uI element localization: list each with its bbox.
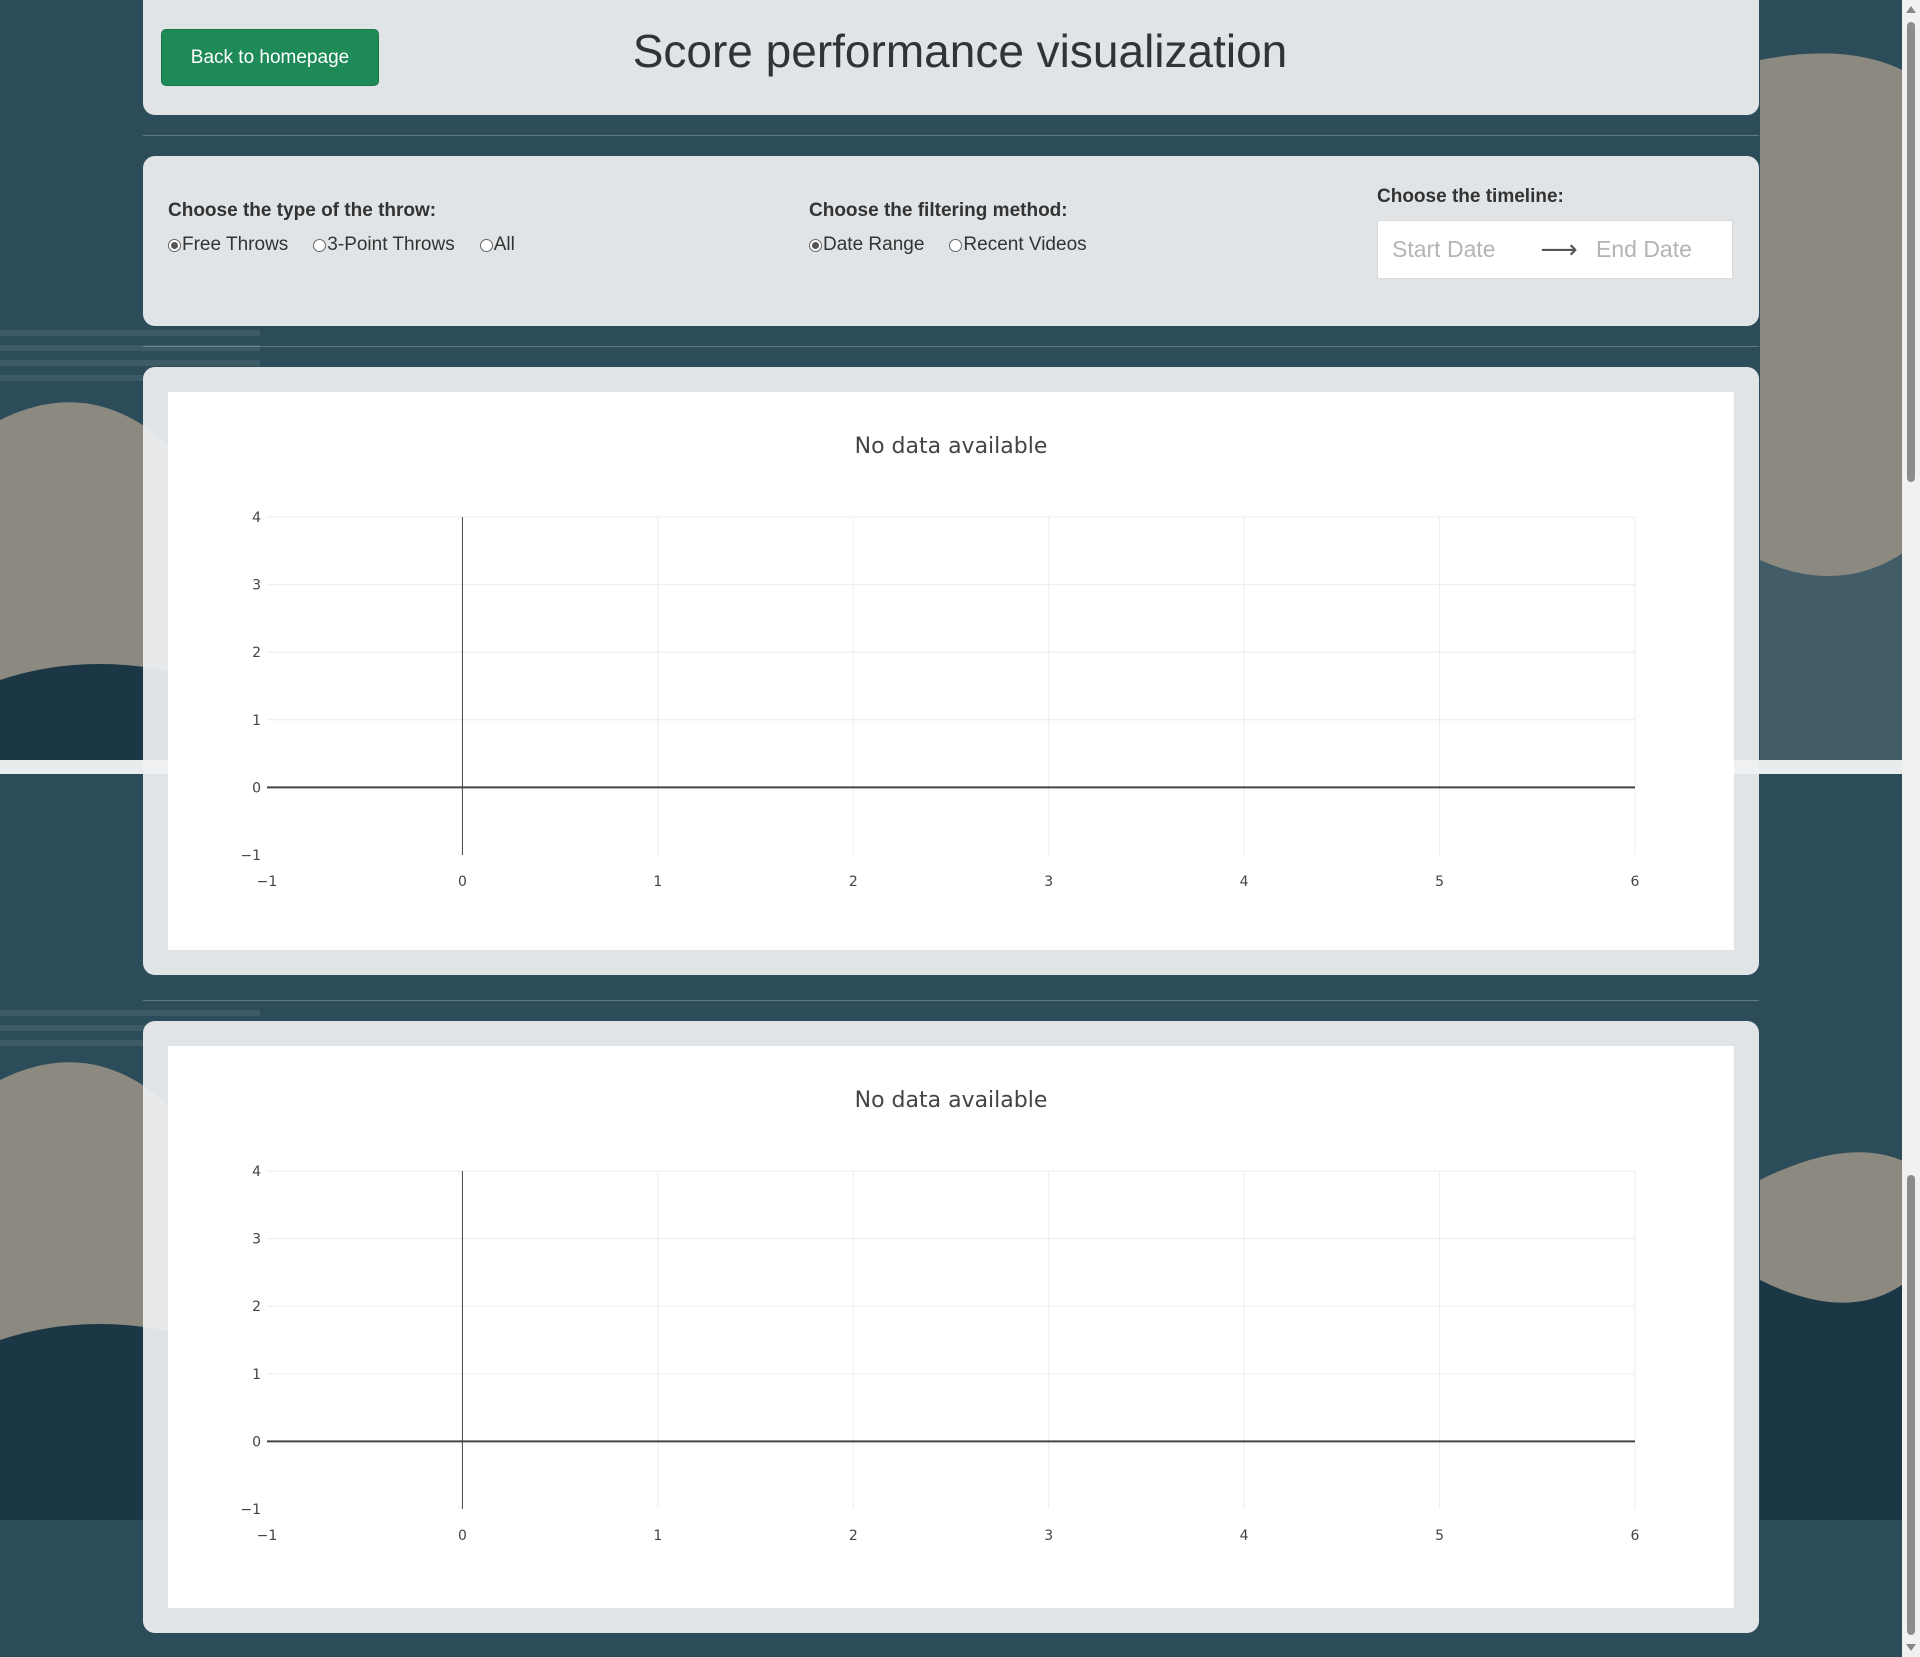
throw-type-group: Choose the type of the throw: Free Throw…	[168, 200, 540, 256]
filter-method-label: Choose the filtering method:	[809, 200, 1068, 221]
y-tick-label: −1	[240, 848, 261, 864]
radio-checked-icon[interactable]	[168, 238, 181, 252]
start-date-input[interactable]: Start Date	[1392, 236, 1532, 263]
page-title: Score performance visualization	[632, 25, 1288, 77]
divider	[143, 1000, 1759, 1001]
filter-method-options: Date Range Recent Videos	[809, 234, 1112, 256]
x-tick-label: −1	[257, 1528, 278, 1544]
chart-svg: −1 0 1 2 3 4 5 6 −1 0 1 2 3 4	[240, 510, 1640, 890]
x-tick-label: 1	[653, 874, 662, 890]
radio-recent-videos[interactable]: Recent Videos	[949, 234, 1087, 256]
end-date-input[interactable]: End Date	[1596, 236, 1692, 263]
divider	[143, 135, 1759, 136]
radio-3-point-throws[interactable]: 3-Point Throws	[313, 234, 455, 256]
x-tick-label: −1	[257, 874, 278, 890]
y-tick-label: −1	[240, 1502, 261, 1518]
throw-type-options: Free Throws 3-Point Throws All	[168, 234, 540, 256]
x-tick-label: 2	[849, 1528, 858, 1544]
timeline-label: Choose the timeline:	[1377, 186, 1564, 207]
plot-area[interactable]: −1 0 1 2 3 4 5 6 −1 0 1 2 3 4 No data available	[168, 392, 1734, 950]
y-tick-label: 3	[252, 1232, 261, 1248]
x-tick-label: 3	[1044, 874, 1053, 890]
y-tick-label: 0	[252, 1434, 261, 1450]
x-tick-label: 0	[458, 1528, 467, 1544]
y-tick-label: 1	[252, 1367, 261, 1383]
radio-checked-icon[interactable]	[809, 238, 822, 252]
radio-label: Date Range	[823, 234, 925, 255]
chart-title: No data available	[854, 1088, 1048, 1113]
y-tick-label: 4	[252, 1164, 261, 1180]
scrollbar-thumb[interactable]	[1907, 1175, 1915, 1635]
x-tick-label: 2	[849, 874, 858, 890]
arrow-right-icon: ⟶	[1540, 234, 1578, 264]
y-tick-label: 2	[252, 645, 261, 661]
filter-panel: Choose the type of the throw: Free Throw…	[143, 156, 1759, 326]
date-range-picker[interactable]: Start Date ⟶ End Date	[1377, 220, 1733, 279]
x-tick-label: 6	[1631, 874, 1640, 890]
plot-area[interactable]: −1 0 1 2 3 4 5 6 −1 0 1 2 3 4 No data available	[168, 1046, 1734, 1608]
vertical-scrollbar[interactable]	[1902, 0, 1920, 1657]
x-tick-label: 5	[1435, 874, 1444, 890]
radio-label: All	[493, 234, 515, 255]
radio-label: 3-Point Throws	[327, 234, 455, 255]
y-tick-label: 3	[252, 578, 261, 594]
x-tick-label: 0	[458, 874, 467, 890]
scroll-down-icon[interactable]	[1906, 1644, 1916, 1651]
radio-label: Free Throws	[182, 234, 289, 255]
radio-free-throws[interactable]: Free Throws	[168, 234, 288, 256]
x-tick-label: 4	[1240, 1528, 1249, 1544]
radio-all[interactable]: All	[479, 234, 515, 256]
x-tick-label: 1	[653, 1528, 662, 1544]
radio-unchecked-icon[interactable]	[949, 238, 963, 252]
y-tick-label: 2	[252, 1299, 261, 1315]
chart-title: No data available	[854, 434, 1048, 459]
timeline-group: Choose the timeline: Start Date ⟶ End Da…	[1377, 186, 1733, 279]
radio-unchecked-icon[interactable]	[313, 238, 327, 252]
radio-label: Recent Videos	[963, 234, 1087, 255]
chart-panel: −1 0 1 2 3 4 5 6 −1 0 1 2 3 4 No data available	[143, 1021, 1759, 1633]
y-tick-label: 0	[252, 780, 261, 796]
radio-date-range[interactable]: Date Range	[809, 234, 924, 256]
x-tick-label: 6	[1631, 1528, 1640, 1544]
filter-method-group: Choose the filtering method: Date Range …	[809, 200, 1112, 256]
scroll-up-icon[interactable]	[1906, 6, 1916, 13]
y-tick-label: 1	[252, 713, 261, 729]
header-panel: Back to homepage Score performance visua…	[143, 0, 1759, 115]
throw-type-label: Choose the type of the throw:	[168, 200, 437, 221]
divider	[143, 346, 1759, 347]
y-tick-label: 4	[252, 510, 261, 526]
radio-unchecked-icon[interactable]	[479, 238, 493, 252]
chart-svg: −1 0 1 2 3 4 5 6 −1 0 1 2 3 4	[240, 1164, 1640, 1544]
x-tick-label: 5	[1435, 1528, 1444, 1544]
scrollbar-thumb[interactable]	[1907, 22, 1915, 482]
x-tick-label: 3	[1044, 1528, 1053, 1544]
x-tick-label: 4	[1240, 874, 1249, 890]
chart-panel: −1 0 1 2 3 4 5 6 −1 0 1 2 3 4 No data available	[143, 367, 1759, 975]
